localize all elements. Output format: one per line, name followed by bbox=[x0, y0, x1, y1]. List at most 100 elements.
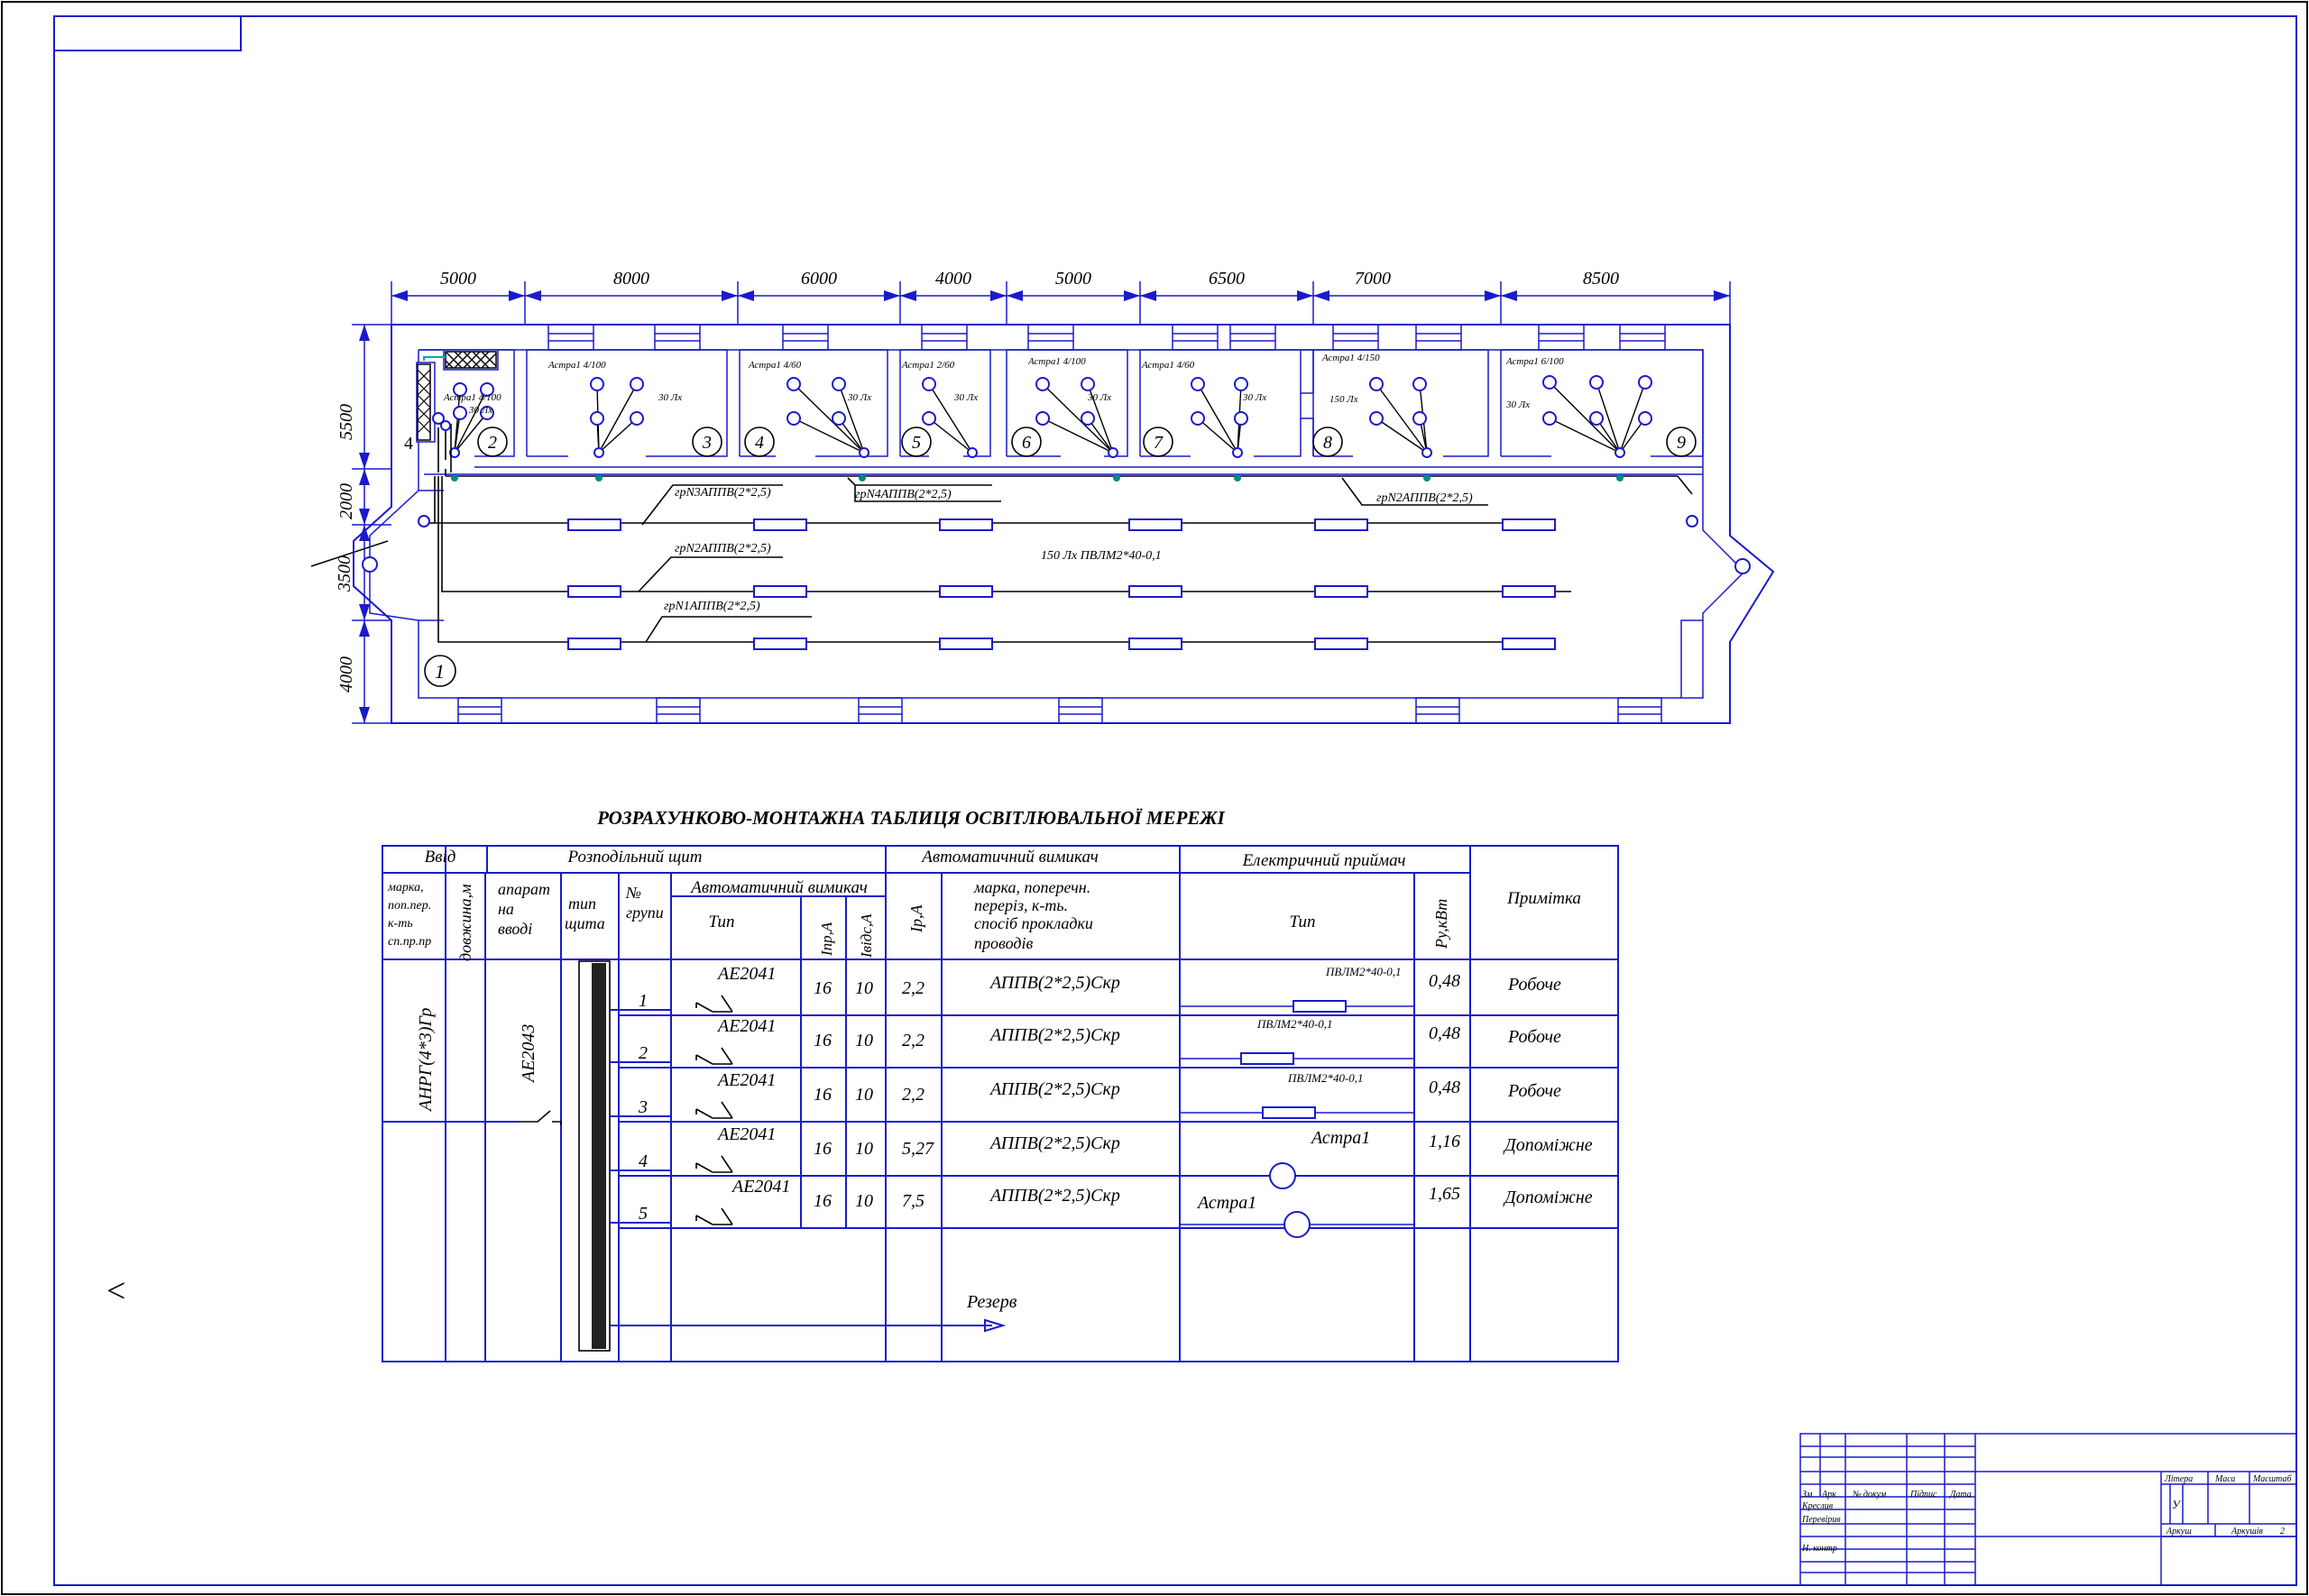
calculation-table: РОЗРАХУНКОВО-МОНТАЖНА ТАБЛИЦЯ ОСВІТЛЮВАЛ… bbox=[382, 807, 1619, 1362]
room-lux-label: 30 Лх bbox=[658, 392, 682, 403]
room-number: 4 bbox=[755, 433, 764, 453]
room-lux-label: 30 Лх bbox=[468, 405, 492, 416]
stamp-ndok: № докум bbox=[1852, 1490, 1887, 1500]
lamp-icon bbox=[922, 411, 936, 426]
power-pu: 0,48 bbox=[1429, 971, 1460, 991]
lamp-icon bbox=[1234, 411, 1248, 426]
lamp-icon bbox=[630, 411, 644, 426]
stamp-masa: Маса bbox=[2214, 1474, 2235, 1484]
power-pu: 1,65 bbox=[1429, 1184, 1460, 1204]
lamp-icon bbox=[1035, 377, 1050, 391]
power-pu: 0,48 bbox=[1429, 1023, 1460, 1043]
lamp-icon bbox=[787, 377, 801, 391]
room-lamp-label: Астра1 6/100 bbox=[1505, 356, 1564, 367]
lamp-icon bbox=[1412, 377, 1427, 391]
lamp-icon bbox=[630, 377, 644, 391]
room-lamps bbox=[449, 375, 1652, 458]
header-ir: Ір,А bbox=[907, 904, 925, 933]
lamp-icon bbox=[1638, 411, 1652, 426]
dim-top-3: 6000 bbox=[801, 269, 837, 289]
breaker-ivids: 10 bbox=[855, 978, 873, 998]
header-provid-3: спосіб прокладки bbox=[974, 914, 1093, 932]
drawing-sheet: < 5000 8000 6000 4000 5000 6500 7000 850… bbox=[1, 1, 2308, 1595]
lamp-icon bbox=[1589, 411, 1604, 426]
room-number: 9 bbox=[1677, 433, 1686, 453]
switch-icon bbox=[1232, 447, 1243, 458]
header-pryimach: Електричний приймач bbox=[1242, 851, 1406, 870]
table-rows: 1 АЕ2041 16 10 2,2 АППВ(2*2,5)Скр 0,48 Робоче ПВ… bbox=[610, 964, 1593, 1238]
reserve-label: Резерв bbox=[966, 1292, 1017, 1312]
room-lux-label: 150 Лх bbox=[1329, 394, 1358, 405]
room-lux-label: 30 Лх bbox=[1242, 392, 1266, 403]
lamp-icon bbox=[1081, 411, 1095, 426]
breaker-type: АЕ2041 bbox=[716, 1070, 776, 1090]
breaker-type: АЕ2041 bbox=[716, 1016, 776, 1036]
current-ir: 2,2 bbox=[902, 1085, 925, 1105]
header-inr: Іnр,А bbox=[818, 922, 835, 957]
header-aparat-3: вводі bbox=[498, 920, 532, 938]
row-note: Робоче bbox=[1507, 1081, 1561, 1101]
wire-type: АППВ(2*2,5)Скр bbox=[989, 1025, 1120, 1045]
lamp-icon bbox=[1589, 375, 1604, 390]
dim-top-5: 5000 bbox=[1055, 269, 1091, 289]
breaker-ivids: 10 bbox=[855, 1085, 873, 1105]
switch-icon bbox=[1614, 447, 1625, 458]
room-lux-label: 30 Лх bbox=[1087, 392, 1111, 403]
stamp-ark: Арк bbox=[1821, 1490, 1836, 1500]
header-ivids: Івідс,А bbox=[858, 913, 875, 959]
room-number: 8 bbox=[1323, 433, 1332, 453]
room-lamp-label: Астра1 4/100 bbox=[1027, 356, 1086, 367]
row-note: Робоче bbox=[1507, 975, 1561, 995]
wire-type: АППВ(2*2,5)Скр bbox=[989, 973, 1120, 993]
rooms bbox=[416, 349, 1704, 475]
hall-lamp-label: 150 Лх ПВЛМ2*40-0,1 bbox=[1041, 549, 1162, 563]
room-lamp-label: Астра1 4/100 bbox=[547, 360, 606, 371]
corner-stamp bbox=[53, 15, 242, 51]
room-number: 5 bbox=[912, 433, 921, 453]
stamp-pidpys: Підпис bbox=[1909, 1490, 1937, 1500]
dim-left-4: 4000 bbox=[336, 656, 356, 693]
fluorescent-icon bbox=[1262, 1106, 1316, 1119]
room-number-1: 1 bbox=[435, 660, 445, 683]
stamp-data: Дата bbox=[1949, 1490, 1972, 1500]
wire-type: АППВ(2*2,5)Скр bbox=[989, 1079, 1120, 1099]
room-number: 2 bbox=[488, 433, 497, 453]
row-note: Робоче bbox=[1507, 1027, 1561, 1047]
header-nomer-2: групи bbox=[626, 903, 664, 922]
stamp-litera: Літера bbox=[2164, 1474, 2193, 1484]
outer-border bbox=[1, 1, 2308, 1595]
room-lux-label: 30 Лх bbox=[1505, 399, 1530, 410]
room-lamp-label: Астра1 4/150 bbox=[1321, 353, 1380, 363]
title-block: Зм Арк № докум Підпис Дата Креслив Перев… bbox=[1799, 1433, 2297, 1586]
lamp-icon bbox=[1369, 411, 1384, 426]
room-number-4-outer: 4 bbox=[404, 434, 413, 454]
breaker-type: АЕ2041 bbox=[731, 1177, 790, 1197]
room-lamp-label: Астра1 4/60 bbox=[748, 360, 802, 371]
room-number: 6 bbox=[1022, 433, 1031, 453]
header-avtomat-sub: Автоматичний вимикач bbox=[689, 878, 868, 897]
stamp-masshtab: Масштаб bbox=[2252, 1474, 2293, 1484]
group-number: 4 bbox=[639, 1151, 648, 1171]
busbar bbox=[592, 963, 606, 1349]
windows-top bbox=[547, 324, 1666, 351]
receiver-type: Астра1 bbox=[1196, 1193, 1256, 1213]
lamp-icon bbox=[453, 406, 467, 420]
lamp-wire bbox=[928, 417, 973, 454]
breaker-inr: 16 bbox=[814, 1085, 832, 1105]
breaker-symbol bbox=[695, 1101, 733, 1119]
lamp-icon bbox=[1081, 377, 1095, 391]
lamp-wire bbox=[598, 417, 638, 454]
lamp-icon bbox=[1191, 377, 1205, 391]
breaker-inr: 16 bbox=[814, 1031, 832, 1050]
room-number: 7 bbox=[1154, 433, 1164, 453]
room-number: 3 bbox=[702, 433, 712, 453]
stamp-pereviryv: Перевірив bbox=[1801, 1515, 1841, 1525]
current-ir: 2,2 bbox=[902, 978, 925, 998]
breaker-inr: 16 bbox=[814, 1139, 832, 1159]
margin-mark: < bbox=[106, 1272, 125, 1310]
group-2-label-hall: грN2АППВ(2*2,5) bbox=[675, 542, 771, 555]
current-ir: 5,27 bbox=[902, 1139, 934, 1159]
stamp-u: У bbox=[2172, 1498, 2182, 1511]
group-3-label: грN3АППВ(2*2,5) bbox=[675, 486, 771, 500]
dim-left-3: 3500 bbox=[335, 555, 354, 592]
